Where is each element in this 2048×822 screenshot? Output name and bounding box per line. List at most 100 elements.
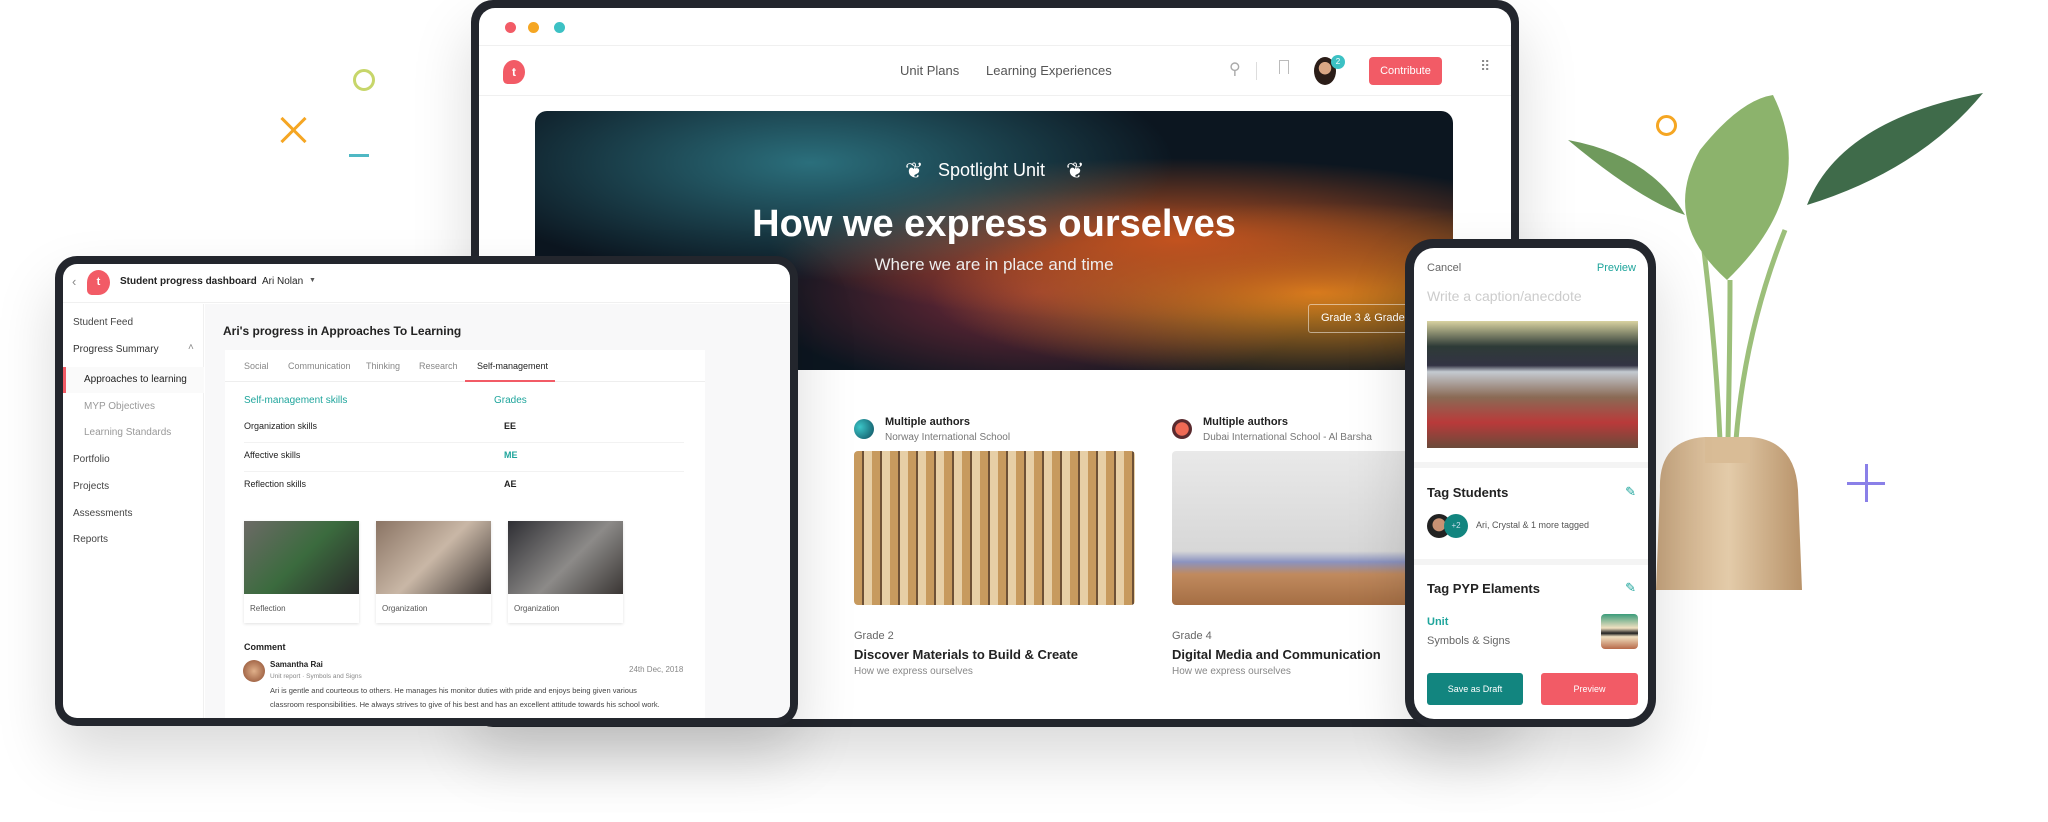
pyp-unit-value: Symbols & Signs [1427,635,1511,647]
header-bar: ‹ t Student progress dashboard › Ari Nol… [63,264,790,303]
laurel-left-icon: ❦ [905,158,924,183]
tab-communication[interactable]: Communication [288,361,351,371]
tag-students-title: Tag Students [1427,485,1509,500]
tab-social[interactable]: Social [244,361,269,371]
sidebar-item-approaches[interactable]: Approaches to learning [63,367,204,393]
edit-students-icon[interactable]: ✎ [1625,484,1636,500]
tagged-summary: Ari, Crystal & 1 more tagged [1476,520,1590,530]
skill-grade: EE [504,421,517,431]
nav-learning-experiences[interactable]: Learning Experiences [986,63,1112,78]
skill-name: Reflection skills [244,479,307,489]
commenter-name: Samantha Rai [270,660,323,669]
card-theme: How we express ourselves [854,666,973,677]
commenter-avatar [243,660,265,682]
breadcrumb-chevron-icon: › [249,275,253,287]
evidence-card[interactable]: Organization [376,521,491,623]
cancel-link[interactable]: Cancel [1427,262,1461,274]
tab-self-management[interactable]: Self-management [477,361,548,371]
school-logo [854,419,874,439]
extra-students-badge: +2 [1444,514,1468,538]
skill-name: Affective skills [244,450,301,460]
tag-pyp-title: Tag PYP Elaments [1427,581,1540,596]
sidebar-item-learning-standards[interactable]: Learning Standards [84,427,171,438]
hero-title: How we express ourselves [752,203,1236,245]
comment-text-line: classroom responsibilities. He always st… [270,700,660,709]
evidence-card[interactable]: Organization [508,521,623,623]
active-tab-indicator [465,380,555,382]
card-grade: Grade 4 [1172,630,1212,642]
save-draft-button[interactable]: Save as Draft [1427,673,1523,705]
card-author: Multiple authors [885,416,970,428]
sidebar-item-label: Approaches to learning [84,374,187,385]
comment-date: 24th Dec, 2018 [629,665,684,674]
chevron-up-icon[interactable]: ˄ [188,342,194,353]
card-title: Digital Media and Communication [1172,647,1381,662]
evidence-photo [508,521,623,594]
skill-name: Organization skills [244,421,318,431]
spotlight-badge: Spotlight Unit [938,160,1046,180]
evidence-card[interactable]: Reflection [244,521,359,623]
tab-thinking[interactable]: Thinking [366,361,400,371]
sidebar-item-reports[interactable]: Reports [73,534,108,545]
unit-thumbnail [1601,614,1638,649]
traffic-light-maximize[interactable] [554,22,565,33]
sidebar-item-projects[interactable]: Projects [73,481,109,492]
card-author: Multiple authors [1203,416,1288,428]
grades-header: Grades [494,395,527,406]
card-grade: Grade 2 [854,630,894,642]
unit-card[interactable]: Multiple authors Norway International Sc… [854,413,1144,693]
logo-icon[interactable]: t [503,60,525,84]
card-school: Norway International School [885,432,1011,443]
unit-image-tools [854,451,1135,605]
sidebar-item-assessments[interactable]: Assessments [73,508,132,519]
page-title: Ari's progress in Approaches To Learning [223,324,462,338]
sidebar-item-progress-summary[interactable]: Progress Summary [73,344,159,355]
skill-grade: ME [504,450,518,460]
table-row: Organization skills EE [244,414,684,443]
search-icon[interactable]: ⚲ [1229,59,1241,79]
breadcrumb-page[interactable]: Student progress dashboard [120,276,257,287]
sidebar: Student Feed Progress Summary ˄ Approach… [63,304,204,718]
notification-badge: 2 [1331,55,1345,69]
contribute-button[interactable]: Contribute [1369,57,1442,85]
evidence-caption: Organization [514,604,560,613]
pyp-unit-label: Unit [1427,616,1449,628]
caption-input[interactable]: Write a caption/anecdote [1427,288,1582,304]
school-logo [1172,419,1192,439]
apps-grid-icon[interactable]: ⠿ [1480,58,1490,75]
nav-bar: t Unit Plans Learning Experiences ⚲ 2 Co… [479,46,1511,96]
tab-research[interactable]: Research [419,361,458,371]
decor-dash-teal [349,154,369,157]
traffic-light-minimize[interactable] [528,22,539,33]
decor-x-orange [279,115,309,145]
phone-window: Cancel Preview Write a caption/anecdote … [1405,239,1656,727]
sidebar-item-myp-objectives[interactable]: MYP Objectives [84,401,155,412]
back-chevron-icon[interactable]: ‹ [72,274,76,289]
comment-text-line: Ari is gentle and courteous to others. H… [270,686,637,695]
evidence-caption: Reflection [250,604,286,613]
preview-link[interactable]: Preview [1597,262,1636,274]
evidence-photo [376,521,491,594]
card-theme: How we express ourselves [1172,666,1291,677]
decor-circle-green [353,69,375,91]
logo-icon[interactable]: t [87,270,110,295]
laurel-right-icon: ❦ [1066,158,1085,183]
traffic-light-close[interactable] [505,22,516,33]
edit-pyp-icon[interactable]: ✎ [1625,580,1636,596]
bookmark-icon[interactable] [1279,60,1289,74]
nav-unit-plans[interactable]: Unit Plans [900,63,959,78]
skill-grade: AE [504,479,517,489]
classroom-photo [1427,321,1638,448]
preview-button[interactable]: Preview [1541,673,1638,705]
tablet-window: ‹ t Student progress dashboard › Ari Nol… [55,256,798,726]
table-row: Reflection skills AE [244,472,684,501]
progress-card: Social Communication Thinking Research S… [225,350,705,718]
sidebar-item-student-feed[interactable]: Student Feed [73,317,133,328]
comment-label: Comment [244,642,286,652]
sidebar-item-portfolio[interactable]: Portfolio [73,454,110,465]
card-title: Discover Materials to Build & Create [854,647,1078,662]
main-content: Ari's progress in Approaches To Learning… [205,304,790,718]
card-school: Dubai International School - Al Barsha [1203,432,1372,443]
caret-down-icon[interactable]: ▼ [309,277,316,284]
student-selector[interactable]: Ari Nolan [262,276,303,287]
